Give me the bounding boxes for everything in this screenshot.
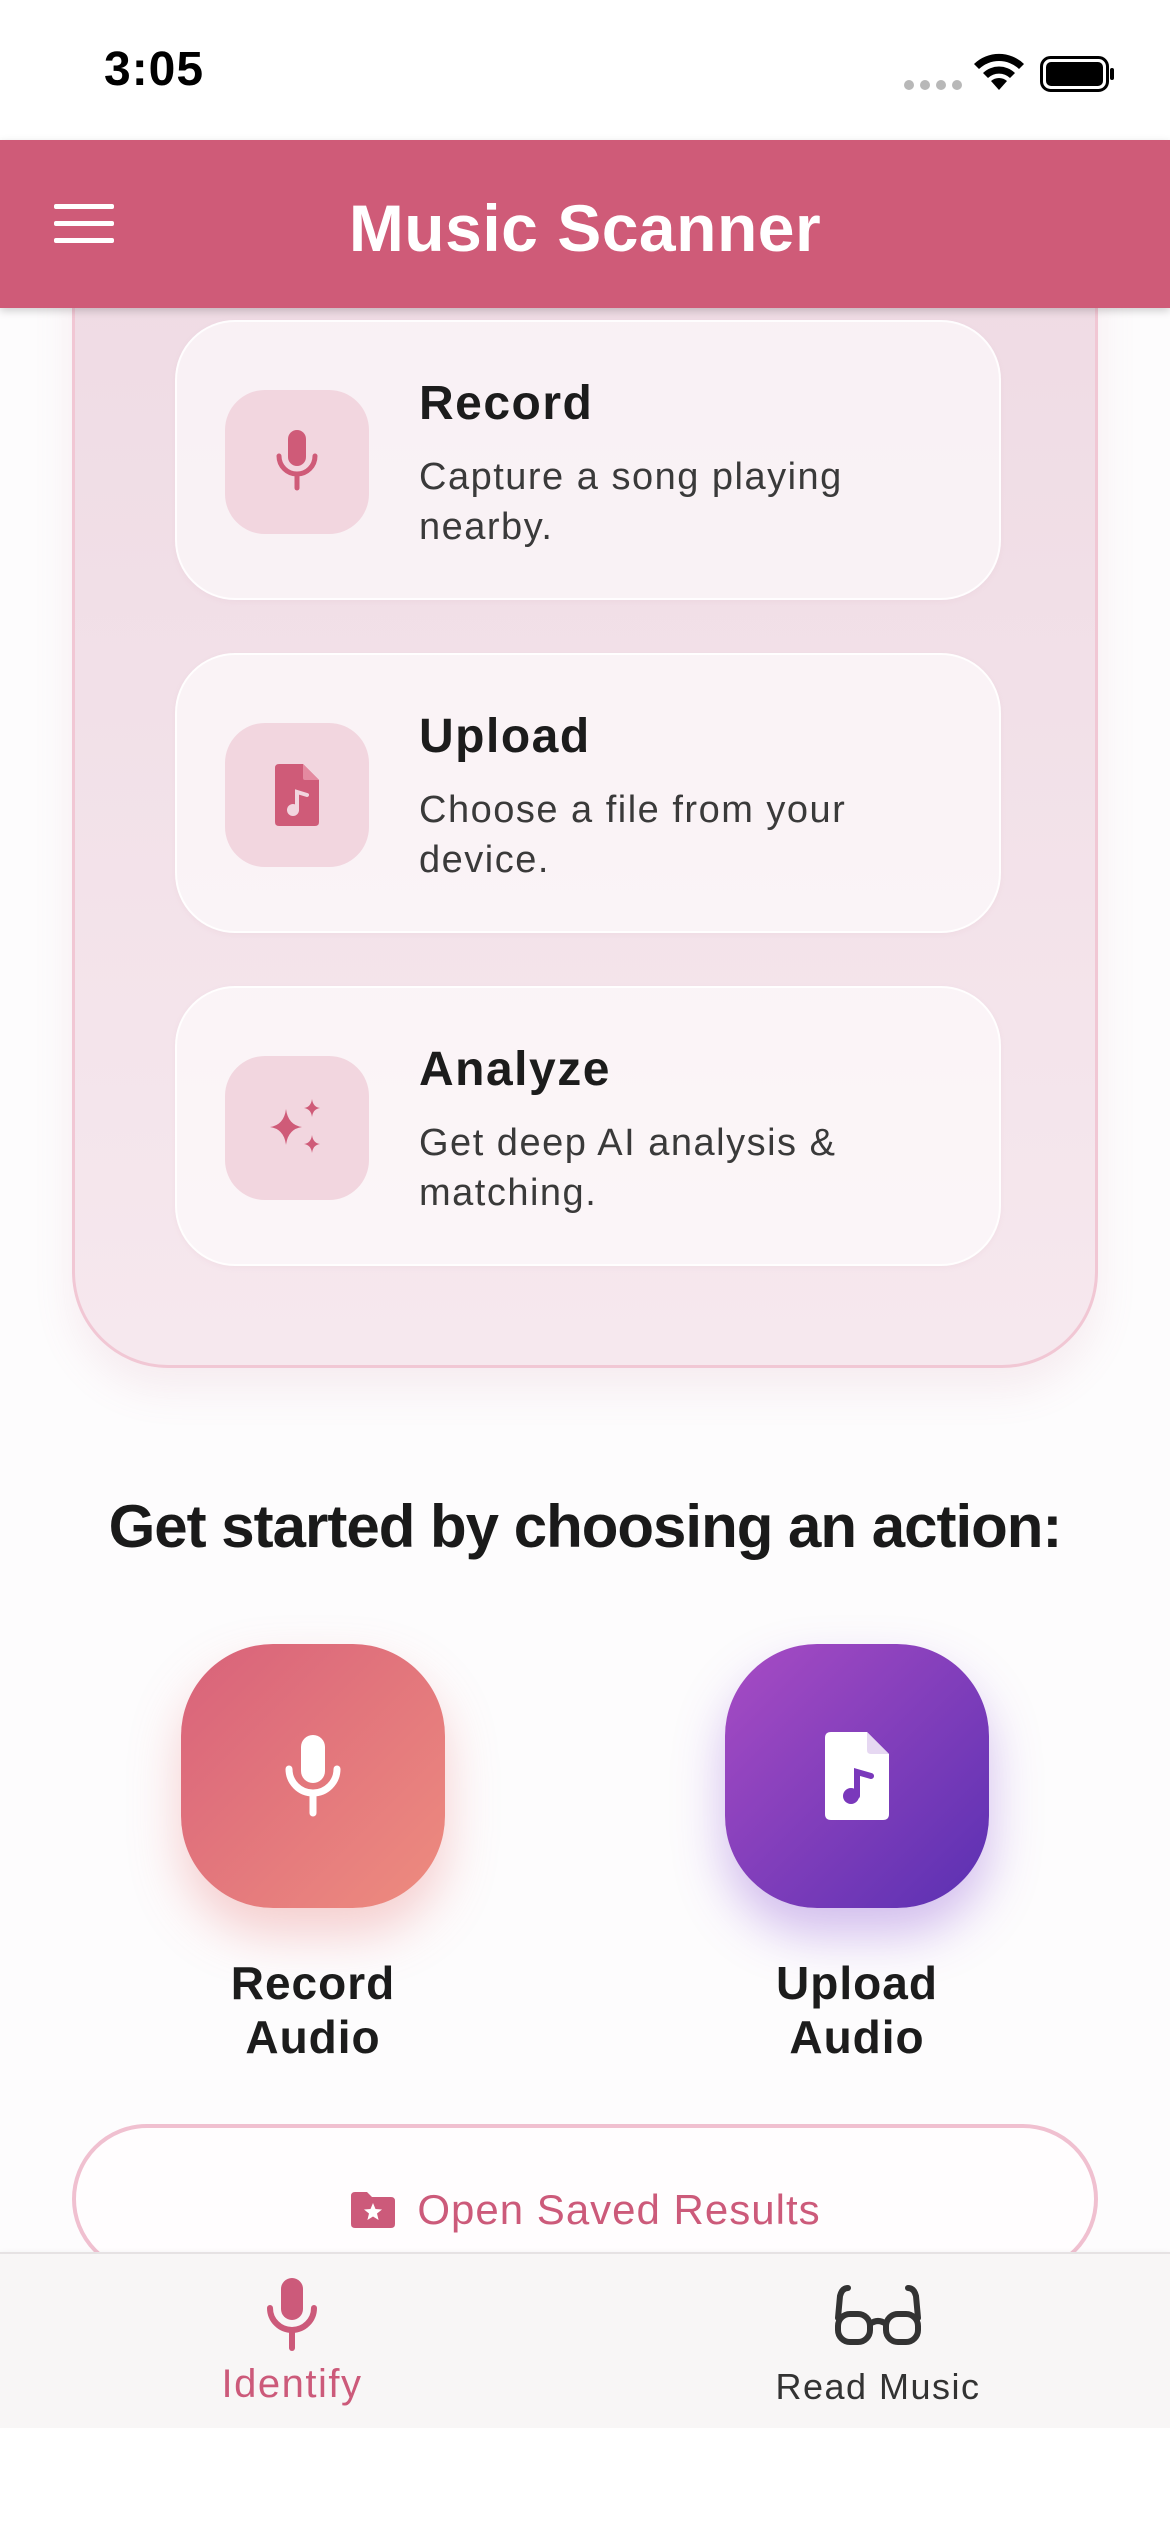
- glasses-icon: [835, 2285, 921, 2345]
- label-line: Audio: [245, 2011, 381, 2063]
- feature-description: Choose a file from your device.: [419, 789, 847, 881]
- upload-audio-button[interactable]: [725, 1644, 989, 1908]
- nav-icon-wrap: [728, 2274, 1028, 2354]
- app-title: Music Scanner: [348, 191, 822, 265]
- feature-icon-box: [225, 390, 369, 534]
- label-line: Audio: [789, 2011, 925, 2063]
- label-line: Upload: [776, 1957, 938, 2009]
- saved-results-label: Open Saved Results: [417, 2186, 821, 2233]
- microphone-icon: [276, 430, 318, 491]
- home-indicator-area: [0, 2428, 1170, 2532]
- label-line: Record: [230, 1957, 396, 2009]
- nav-label: Identify: [221, 2362, 363, 2406]
- microphone-icon: [267, 2278, 317, 2351]
- feature-upload: Upload Choose a file from your device.: [175, 653, 1001, 933]
- upload-audio-action: Upload Audio: [725, 1644, 989, 2064]
- bottom-navigation: Identify Read Music: [0, 2252, 1170, 2428]
- action-prompt: Get started by choosing an action:: [108, 1493, 1063, 1560]
- music-file-icon: [825, 1732, 889, 1820]
- nav-identify[interactable]: Identify: [142, 2274, 442, 2407]
- record-audio-action: Record Audio: [181, 1644, 445, 2064]
- status-time: 3:05: [104, 43, 205, 96]
- features-card: Record Capture a song playing nearby. Up…: [72, 250, 1098, 1368]
- cellular-signal-icon: [904, 80, 962, 90]
- feature-title: Analyze: [419, 1043, 611, 1096]
- music-file-icon: [275, 764, 319, 826]
- upload-audio-label: Upload Audio: [725, 1956, 989, 2064]
- battery-icon: [1040, 56, 1114, 92]
- feature-title: Upload: [419, 710, 591, 763]
- feature-title: Record: [419, 377, 594, 430]
- nav-icon-wrap: [142, 2274, 442, 2354]
- nav-label: Read Music: [775, 2366, 981, 2407]
- feature-icon-box: [225, 1056, 369, 1200]
- saved-results-content: Open Saved Results: [76, 2186, 1094, 2234]
- wifi-icon: [974, 53, 1024, 90]
- feature-icon-box: [225, 723, 369, 867]
- feature-record: Record Capture a song playing nearby.: [175, 320, 1001, 600]
- feature-description: Get deep AI analysis & matching.: [419, 1122, 837, 1214]
- nav-read-music[interactable]: Read Music: [728, 2274, 1028, 2408]
- folder-star-icon: [351, 2192, 396, 2228]
- sparkles-icon: [270, 1099, 320, 1153]
- app-bar: Music Scanner: [0, 140, 1170, 308]
- music-scanner-screen: 3:05 Record Capture a song playing nearb…: [0, 0, 1170, 2532]
- status-bar: 3:05: [0, 0, 1170, 140]
- record-audio-label: Record Audio: [181, 1956, 445, 2064]
- feature-analyze: Analyze Get deep AI analysis & matching.: [175, 986, 1001, 1266]
- feature-description: Capture a song playing nearby.: [419, 456, 843, 548]
- record-audio-button[interactable]: [181, 1644, 445, 1908]
- microphone-icon: [285, 1735, 341, 1817]
